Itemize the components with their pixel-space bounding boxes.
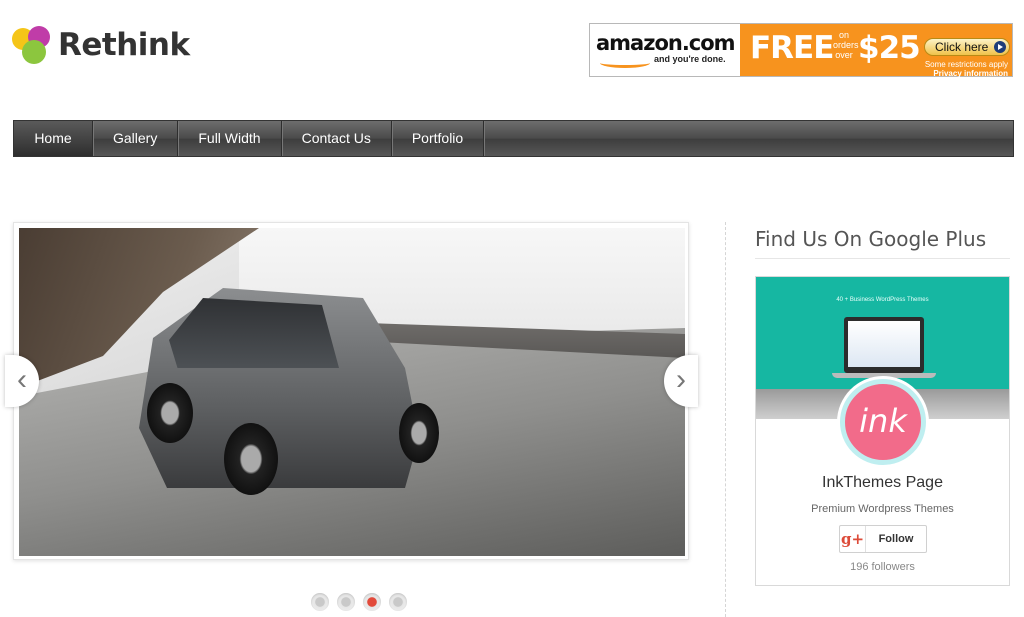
slider-dot-4[interactable]: [389, 593, 407, 611]
chevron-right-icon: ›: [676, 363, 686, 396]
nav-item-full-width[interactable]: Full Width: [178, 121, 282, 156]
google-plus-icon: g+: [840, 526, 866, 552]
sidebar-title: Find Us On Google Plus: [755, 227, 987, 251]
ad-restrictions: Some restrictions apply: [924, 60, 1008, 69]
nav-item-home[interactable]: Home: [14, 121, 93, 156]
google-plus-badge: 40 + Business WordPress Themes ink InkTh…: [755, 276, 1010, 586]
profile-avatar[interactable]: ink: [840, 379, 926, 465]
laptop-icon: [844, 317, 924, 373]
cover-text: 40 + Business WordPress Themes: [836, 297, 929, 303]
ad-brand: amazon.com: [596, 31, 736, 55]
ad-tagline: and you're done.: [654, 54, 726, 64]
slider-dot-2[interactable]: [337, 593, 355, 611]
amazon-ad-banner[interactable]: amazon.com and you're done. FREE on orde…: [589, 23, 1013, 78]
play-icon: [994, 41, 1006, 53]
follow-button[interactable]: g+ Follow: [839, 525, 927, 553]
ad-fine-print: Some restrictions apply Privacy informat…: [925, 60, 1008, 78]
slider-dot-3-active[interactable]: [363, 593, 381, 611]
nav-item-portfolio[interactable]: Portfolio: [392, 121, 485, 156]
sidebar-title-rule: [755, 258, 1010, 259]
image-slider: [13, 222, 689, 560]
amazon-smile-icon: [600, 58, 650, 68]
ad-offer-panel: FREE on orders over $25 Click here Some …: [740, 24, 1012, 78]
ad-amount: $25: [858, 30, 921, 66]
page-subtitle: Premium Wordpress Themes: [811, 503, 954, 515]
site-logo[interactable]: Rethink: [12, 22, 190, 68]
followers-count: 196 followers: [850, 561, 915, 573]
avatar-text: ink: [859, 402, 907, 440]
ad-on-orders-text: on orders over: [833, 30, 859, 60]
ad-click-here-button[interactable]: Click here: [924, 38, 1010, 56]
logo-text: Rethink: [58, 27, 190, 63]
ad-cta-label: Click here: [935, 40, 989, 54]
follow-label: Follow: [878, 533, 914, 545]
ad-brand-panel: amazon.com and you're done.: [590, 24, 740, 76]
slider-pagination: [311, 593, 407, 611]
slider-dot-1[interactable]: [311, 593, 329, 611]
main-nav: Home Gallery Full Width Contact Us Portf…: [13, 120, 1014, 157]
gplus-cover-image: 40 + Business WordPress Themes: [756, 277, 1009, 389]
slide-image[interactable]: [19, 228, 685, 556]
nav-item-gallery[interactable]: Gallery: [93, 121, 179, 156]
logo-dots-icon: [12, 22, 64, 68]
ad-free-text: FREE: [750, 30, 834, 66]
nav-item-contact-us[interactable]: Contact Us: [282, 121, 392, 156]
ad-privacy-link[interactable]: Privacy information: [925, 69, 1008, 78]
page: Rethink amazon.com and you're done. FREE…: [0, 0, 1024, 617]
page-name-link[interactable]: InkThemes Page: [756, 474, 1009, 492]
chevron-left-icon: ‹: [17, 363, 27, 396]
column-divider: [725, 222, 726, 617]
